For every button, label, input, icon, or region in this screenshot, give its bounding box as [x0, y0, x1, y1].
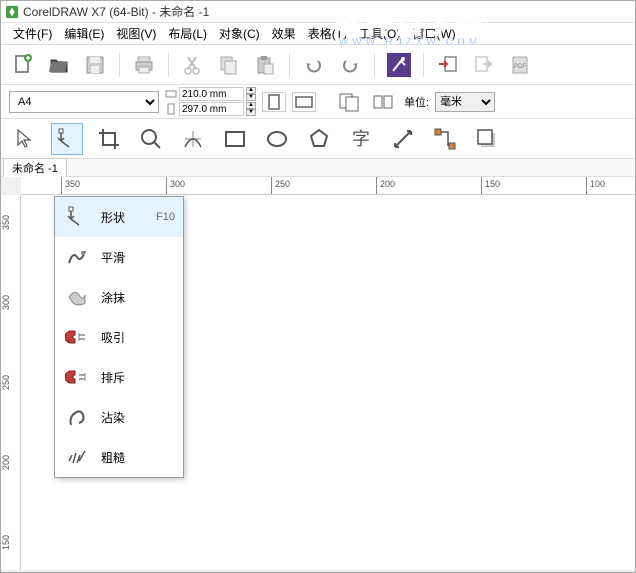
ruler-horizontal: 350 300 250 200 150 100 — [21, 177, 635, 195]
polygon-tool[interactable] — [303, 123, 335, 155]
flyout-shape[interactable]: 形状 F10 — [55, 197, 183, 237]
width-spinner[interactable]: ▲▼ — [246, 87, 256, 101]
pick-tool[interactable] — [9, 123, 41, 155]
flyout-attract[interactable]: 吸引 — [55, 317, 183, 357]
document-tabs: 未命名 -1 — [1, 159, 635, 177]
menu-bar: 文件(F) 编辑(E) 视图(V) 布局(L) 对象(C) 效果 表格(T) 工… — [1, 23, 635, 45]
menu-effects[interactable]: 效果 — [266, 23, 302, 44]
cut-button[interactable] — [179, 51, 207, 79]
undo-button[interactable] — [300, 51, 328, 79]
shape-icon — [63, 203, 91, 231]
page-dimensions: ▲▼ ▲▼ — [165, 87, 256, 116]
ellipse-tool[interactable] — [261, 123, 293, 155]
standard-toolbar: PDF — [1, 45, 635, 85]
redo-button[interactable] — [336, 51, 364, 79]
print-button[interactable] — [130, 51, 158, 79]
attract-icon — [63, 323, 91, 351]
paste-button[interactable] — [251, 51, 279, 79]
drop-shadow-tool[interactable] — [471, 123, 503, 155]
document-tab[interactable]: 未命名 -1 — [3, 158, 67, 177]
title-bar: CorelDRAW X7 (64-Bit) - 未命名 -1 — [1, 1, 635, 23]
ruler-vertical: 350 300 250 200 150 — [1, 195, 21, 570]
menu-file[interactable]: 文件(F) — [7, 23, 58, 44]
repel-icon — [63, 363, 91, 391]
menu-table[interactable]: 表格(T) — [302, 23, 353, 44]
flyout-roughen[interactable]: 粗糙 — [55, 437, 183, 477]
smooth-icon — [63, 243, 91, 271]
toolbox: 字 — [1, 119, 635, 159]
unit-label: 单位: — [404, 94, 429, 110]
app-icon — [5, 5, 19, 19]
text-tool[interactable]: 字 — [345, 123, 377, 155]
current-page-button[interactable] — [370, 88, 398, 116]
menu-layout[interactable]: 布局(L) — [162, 23, 213, 44]
flyout-smear[interactable]: 涂抹 — [55, 277, 183, 317]
page-size-select[interactable]: A4 — [9, 91, 159, 113]
publish-pdf-button[interactable]: PDF — [506, 51, 534, 79]
landscape-button[interactable] — [292, 92, 316, 112]
menu-edit[interactable]: 编辑(E) — [58, 23, 110, 44]
menu-tools[interactable]: 工具(O) — [353, 23, 406, 44]
zoom-tool[interactable] — [135, 123, 167, 155]
dimension-tool[interactable] — [387, 123, 419, 155]
import-button[interactable] — [434, 51, 462, 79]
crop-tool[interactable] — [93, 123, 125, 155]
search-button[interactable] — [385, 51, 413, 79]
shape-tool[interactable] — [51, 123, 83, 155]
menu-window[interactable]: 窗口(W) — [406, 23, 461, 44]
shape-tool-flyout: 形状 F10 平滑 涂抹 吸引 排斥 沾染 粗糙 — [54, 196, 184, 478]
save-button[interactable] — [81, 51, 109, 79]
width-icon — [165, 88, 177, 100]
new-button[interactable] — [9, 51, 37, 79]
window-title: CorelDRAW X7 (64-Bit) - 未命名 -1 — [23, 3, 209, 20]
flyout-smudge[interactable]: 沾染 — [55, 397, 183, 437]
rectangle-tool[interactable] — [219, 123, 251, 155]
height-spinner[interactable]: ▲▼ — [246, 102, 256, 116]
smudge-icon — [63, 403, 91, 431]
portrait-button[interactable] — [262, 92, 286, 112]
open-button[interactable] — [45, 51, 73, 79]
svg-text:PDF: PDF — [514, 64, 526, 70]
page-width-input[interactable] — [179, 87, 244, 101]
export-button[interactable] — [470, 51, 498, 79]
menu-view[interactable]: 视图(V) — [110, 23, 162, 44]
roughen-icon — [63, 443, 91, 471]
flyout-smooth[interactable]: 平滑 — [55, 237, 183, 277]
unit-select[interactable]: 毫米 — [435, 92, 495, 112]
freehand-tool[interactable] — [177, 123, 209, 155]
property-bar: A4 ▲▼ ▲▼ 单位: 毫米 — [1, 85, 635, 119]
menu-object[interactable]: 对象(C) — [213, 23, 266, 44]
all-pages-button[interactable] — [336, 88, 364, 116]
connector-tool[interactable] — [429, 123, 461, 155]
page-height-input[interactable] — [179, 102, 244, 116]
svg-text:字: 字 — [352, 129, 370, 149]
height-icon — [165, 103, 177, 115]
flyout-repel[interactable]: 排斥 — [55, 357, 183, 397]
smear-icon — [63, 283, 91, 311]
copy-button[interactable] — [215, 51, 243, 79]
